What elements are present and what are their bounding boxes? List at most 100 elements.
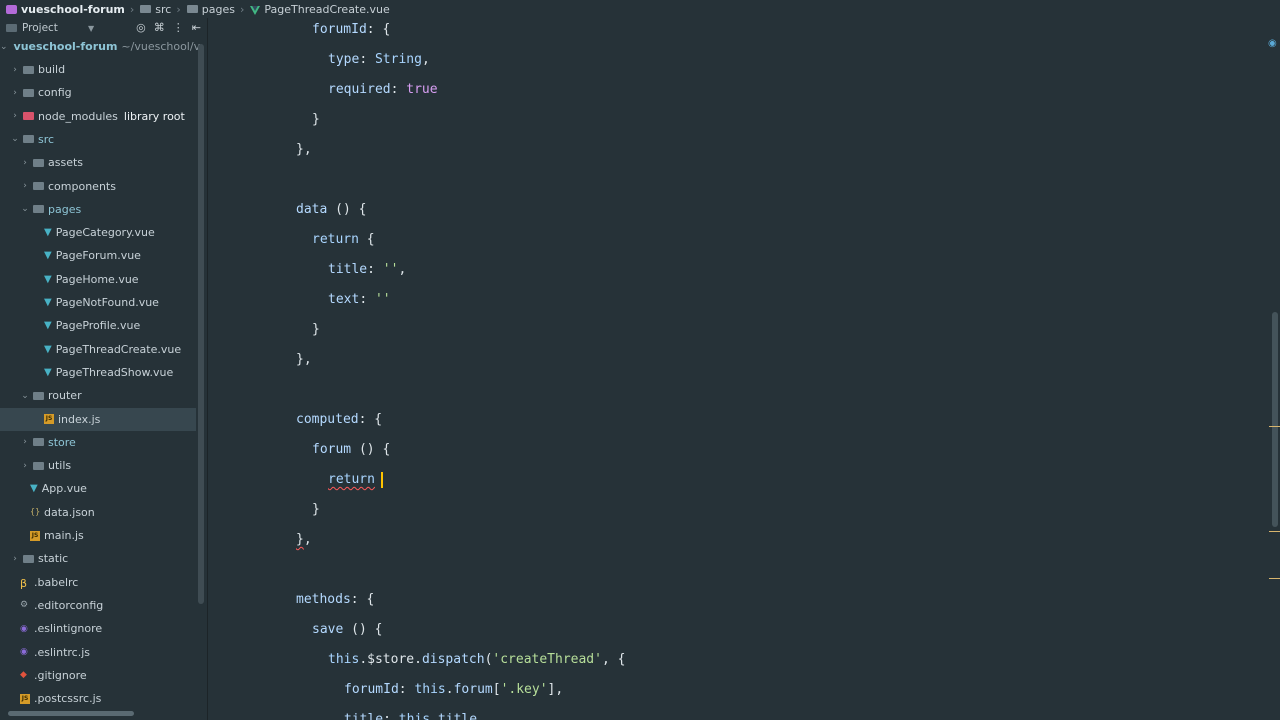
tree-item-label: .editorconfig [34, 598, 104, 612]
code-line[interactable]: }, [296, 135, 312, 165]
target-icon[interactable]: ◎ [136, 21, 146, 34]
breadcrumb-item-file[interactable]: PageThreadCreate.vue [250, 3, 390, 16]
breadcrumb-project[interactable]: vueschool-forum [6, 3, 125, 16]
tree-item[interactable]: ⌄ src [0, 128, 196, 151]
code-line[interactable]: forumId: { [312, 18, 390, 45]
code-line[interactable]: }, [296, 525, 312, 555]
tree-item[interactable]: ▼ PageCategory.vue [0, 221, 196, 244]
editor-vertical-scrollbar[interactable] [1272, 312, 1278, 527]
js-file-icon: JS [20, 693, 30, 704]
breadcrumb-item-src[interactable]: src [140, 3, 171, 16]
eye-icon[interactable]: ◉ [1268, 38, 1278, 49]
tree-root[interactable]: ⌄ vueschool-forum ~/vueschool/v [0, 35, 200, 58]
project-dropdown[interactable]: Project [22, 22, 58, 34]
more-icon[interactable]: ⋮ [173, 21, 184, 34]
tree-item[interactable]: ▼ PageHome.vue [0, 268, 196, 291]
tree-item[interactable]: › utils [0, 454, 196, 477]
folder-icon [23, 554, 34, 563]
tree-item[interactable]: ▼ App.vue [0, 477, 196, 500]
tree-item[interactable]: ◉ .eslintignore [0, 617, 196, 640]
folder-icon [23, 65, 34, 74]
vue-file-icon [250, 5, 261, 15]
tree-item[interactable]: {} data.json [0, 501, 196, 524]
chevron-down-icon[interactable]: ⌄ [20, 204, 30, 214]
code-line[interactable]: return [328, 465, 383, 495]
code-line[interactable]: forum () { [312, 435, 390, 465]
tree-item[interactable]: › static [0, 547, 196, 570]
sidebar-horizontal-scrollbar[interactable] [8, 711, 134, 716]
code-line[interactable]: } [312, 105, 320, 135]
js-file-icon: JS [44, 414, 54, 424]
chevron-right-icon[interactable]: › [10, 554, 20, 564]
tree-item[interactable]: ▼ PageForum.vue [0, 244, 196, 267]
tree-item-label: node_modules [38, 109, 118, 123]
code-line[interactable]: text: '' [328, 285, 391, 315]
tree-item[interactable]: β .babelrc [0, 571, 196, 594]
tree-item[interactable]: ▼ PageProfile.vue [0, 314, 196, 337]
tree-item[interactable]: › components [0, 175, 196, 198]
gutter-mark[interactable] [1269, 426, 1280, 427]
breadcrumb-item-label: src [155, 2, 172, 16]
tree-item[interactable]: JS index.js [0, 407, 196, 431]
gutter-mark[interactable] [1269, 531, 1280, 532]
chevron-down-icon[interactable]: ⌄ [20, 391, 30, 401]
vue-file-icon: ▼ [44, 366, 52, 378]
chevron-right-icon[interactable]: › [20, 158, 30, 168]
code-line[interactable]: }, [296, 345, 312, 375]
tree-item[interactable]: JS .postcssrc.js [0, 687, 196, 710]
chevron-right-icon[interactable]: › [20, 181, 30, 191]
code-line[interactable]: computed: { [296, 405, 382, 435]
vue-file-icon: ▼ [30, 483, 38, 495]
code-line[interactable]: return { [312, 225, 375, 255]
folder-icon [23, 112, 34, 121]
chevron-right-icon[interactable]: › [10, 111, 20, 121]
code-line[interactable]: required: true [328, 75, 438, 105]
breadcrumb-item-pages[interactable]: pages [186, 2, 235, 16]
code-line[interactable]: type: String, [328, 45, 430, 75]
chevron-right-icon[interactable]: › [10, 88, 20, 98]
tree-item-label: assets [48, 156, 84, 170]
tree-item[interactable]: ▼ PageThreadCreate.vue [0, 338, 196, 361]
tree-item[interactable]: ▼ PageNotFound.vue [0, 291, 196, 314]
code-line[interactable]: title: '', [328, 255, 406, 285]
chevron-down-icon: ⌄ [0, 41, 8, 52]
tree-item[interactable]: ▼ PageThreadShow.vue [0, 361, 196, 384]
chevron-right-icon[interactable]: › [10, 65, 20, 75]
code-line[interactable]: } [312, 495, 320, 525]
sidebar-vertical-scrollbar[interactable] [198, 44, 204, 604]
breadcrumb-item-label: pages [201, 2, 235, 16]
tree-item-label: build [38, 63, 66, 76]
tree-item[interactable]: ⌄ pages [0, 198, 196, 221]
folder-icon [33, 461, 44, 470]
code-line[interactable]: save () { [312, 615, 382, 645]
dropdown-caret-icon[interactable]: ▼ [88, 24, 94, 33]
tree-item[interactable]: ⌄ router [0, 384, 196, 407]
tree-item[interactable]: ◉ .eslintrc.js [0, 641, 196, 664]
tree-item[interactable]: › build [0, 58, 196, 81]
chevron-right-icon[interactable]: › [20, 437, 30, 447]
chevron-right-icon[interactable]: › [20, 461, 30, 471]
collapse-icon[interactable]: ⌘ [154, 21, 165, 34]
tree-item-label: main.js [44, 529, 84, 542]
tree-item-label: PageForum.vue [55, 249, 141, 263]
gutter-mark[interactable] [1269, 578, 1280, 579]
code-line[interactable]: forumId: this.forum['.key'], [344, 675, 563, 705]
code-line[interactable]: methods: { [296, 585, 374, 615]
code-line[interactable]: this.$store.dispatch('createThread', { [328, 645, 625, 675]
eslint-icon: ◉ [20, 647, 28, 657]
chevron-down-icon[interactable]: ⌄ [10, 134, 20, 144]
tree-item[interactable]: › store [0, 431, 196, 454]
tree-item[interactable]: JS main.js [0, 524, 196, 547]
code-line[interactable]: data () { [296, 195, 366, 225]
code-editor[interactable]: forumId: {type: String, required: true}},… [208, 18, 1280, 720]
tree-item[interactable]: › node_modules library root [0, 105, 196, 128]
tree-item[interactable]: ⚙ .editorconfig [0, 594, 196, 617]
code-line[interactable]: } [312, 315, 320, 345]
tree-item[interactable]: › assets [0, 151, 196, 174]
code-line[interactable]: title: this.title, [344, 705, 485, 720]
git-icon: ◆ [20, 670, 27, 681]
hide-panel-icon[interactable]: ⇤ [192, 21, 201, 34]
folder-icon [33, 182, 44, 190]
tree-item[interactable]: › config [0, 81, 196, 104]
tree-item[interactable]: ◆ .gitignore [0, 664, 196, 687]
